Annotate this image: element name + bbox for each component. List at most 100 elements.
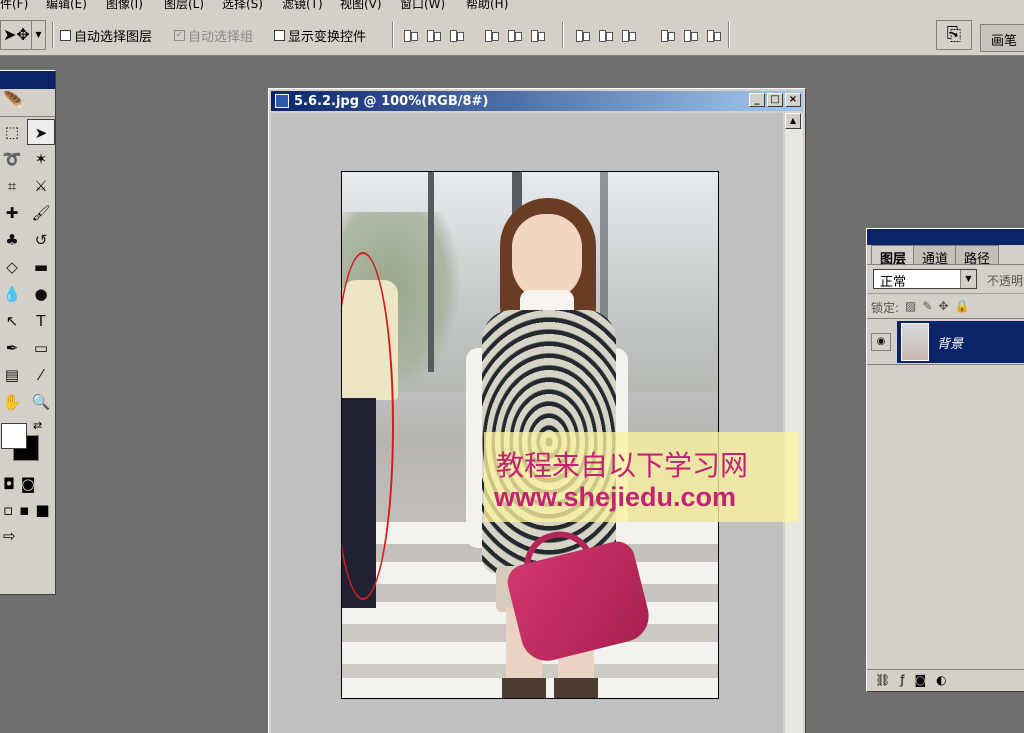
menu-file[interactable]: 件(F) (0, 0, 28, 12)
screen-mode-full-icon[interactable]: ■ (35, 501, 49, 519)
menu-select[interactable]: 选择(S) (222, 0, 263, 12)
align-left-icon[interactable] (483, 27, 500, 43)
align-right-icon[interactable] (529, 27, 546, 43)
show-transform-controls-label: 显示变换控件 (288, 30, 367, 45)
layers-panel-footer: ⛓ ƒ ◙ ◐ (867, 669, 1024, 691)
canvas-area[interactable] (271, 113, 783, 733)
blend-mode-select[interactable]: 正常 ▼ (873, 269, 977, 290)
adjustment-layer-icon[interactable]: ◐ (936, 673, 946, 688)
distribute-vcenter-icon[interactable] (597, 27, 614, 43)
crop-tool-icon[interactable]: ⌗ (0, 173, 26, 199)
standard-mode-icon[interactable]: ◘ (3, 475, 15, 493)
scroll-up-arrow-icon[interactable]: ▲ (785, 113, 801, 129)
tool-preset-picker[interactable]: ➤✥ ▼ (0, 20, 46, 50)
feather-logo-icon[interactable]: 🪶 (0, 89, 55, 117)
separator (392, 22, 394, 48)
layers-panel-title-bar[interactable] (867, 229, 1024, 245)
distribute-top-icon[interactable] (574, 27, 591, 43)
move-tool-icon[interactable]: ➤ (27, 119, 55, 145)
chevron-down-icon[interactable]: ▼ (31, 21, 45, 49)
vertical-scrollbar[interactable]: ▲ (785, 113, 803, 733)
move-tool-icon: ➤✥ (3, 25, 30, 44)
blend-mode-value: 正常 (880, 275, 907, 290)
jump-to-row: ⇨ (0, 523, 55, 549)
quick-mask-mode-icon[interactable]: ◙ (21, 475, 36, 493)
tab-paths[interactable]: 路径 (955, 245, 1000, 267)
magic-wand-tool-icon[interactable]: ✶ (27, 146, 55, 172)
jump-to-imageready-icon[interactable]: ⇨ (3, 527, 16, 545)
auto-select-group-label: 自动选择组 (188, 30, 254, 45)
auto-select-layer-checkbox[interactable]: 自动选择图层 (60, 26, 152, 45)
menu-filter[interactable]: 滤镜(T) (282, 0, 323, 12)
hand-tool-icon[interactable]: ✋ (0, 389, 26, 415)
lock-pixels-icon[interactable]: ✎ (922, 299, 932, 313)
distribute-left-icon[interactable] (659, 27, 676, 43)
brushes-palette-tab[interactable]: 画笔 (980, 24, 1024, 52)
rectangle-tool-icon[interactable]: ▭ (27, 335, 55, 361)
distribute-bottom-icon[interactable] (620, 27, 637, 43)
eraser-tool-icon[interactable]: ◇ (0, 254, 26, 280)
maximize-button[interactable]: □ (767, 93, 783, 107)
marquee-tool-icon[interactable]: ⬚ (0, 119, 26, 145)
menu-layer[interactable]: 图层(L) (164, 0, 204, 12)
lock-all-icon[interactable]: 🔒 (955, 299, 970, 313)
menu-edit[interactable]: 编辑(E) (46, 0, 87, 12)
slice-tool-icon[interactable]: ⚔ (27, 173, 55, 199)
path-selection-tool-icon[interactable]: ↖ (0, 308, 26, 334)
align-top-icon[interactable] (402, 27, 419, 43)
minimize-button[interactable]: _ (749, 93, 765, 107)
blur-tool-icon[interactable]: 💧 (0, 281, 26, 307)
checkbox-box[interactable] (60, 30, 71, 41)
menu-image[interactable]: 图像(I) (106, 0, 143, 12)
align-bottom-icon[interactable] (448, 27, 465, 43)
toolbox: 🪶 ⬚ ➤ ➰ ✶ ⌗ ⚔ ✚ 🖌 ♣ ↺ ◇ ▬ 💧 ● ↖ T ✒ ▭ ▤ … (0, 70, 56, 595)
toolbox-title-bar[interactable] (0, 71, 55, 89)
show-transform-controls-checkbox[interactable]: 显示变换控件 (274, 26, 366, 45)
dodge-tool-icon[interactable]: ● (27, 281, 55, 307)
screen-mode-standard-icon[interactable]: ▫ (3, 501, 13, 519)
layer-style-icon[interactable]: ƒ (900, 673, 904, 688)
foreground-color-swatch[interactable] (1, 423, 27, 449)
menu-window[interactable]: 窗口(W) (400, 0, 445, 12)
notes-tool-icon[interactable]: ▤ (0, 362, 26, 388)
tab-layers[interactable]: 图层 (871, 245, 916, 267)
lasso-tool-icon[interactable]: ➰ (0, 146, 26, 172)
layer-row-background[interactable]: ◉ 背景 (867, 319, 1024, 365)
swap-colors-icon[interactable]: ⇄ (33, 419, 42, 432)
distribute-right-icon[interactable] (705, 27, 722, 43)
align-vcenter-icon[interactable] (425, 27, 442, 43)
lock-transparency-icon[interactable]: ▨ (905, 299, 916, 313)
gradient-tool-icon[interactable]: ▬ (27, 254, 55, 280)
color-swatches: ⇄ (0, 417, 55, 471)
screen-mode-menu-icon[interactable]: ▪ (19, 501, 29, 519)
document-window: 5.6.2.jpg @ 100%(RGB/8#) _ □ × ▲ (268, 88, 806, 733)
eyedropper-tool-icon[interactable]: ⁄ (27, 362, 55, 388)
separator (52, 22, 54, 48)
chevron-down-icon[interactable]: ▼ (960, 270, 976, 288)
menu-view[interactable]: 视图(V) (340, 0, 382, 12)
close-button[interactable]: × (785, 93, 801, 107)
auto-select-group-checkbox[interactable]: ✓ 自动选择组 (174, 26, 253, 45)
type-tool-icon[interactable]: T (27, 308, 55, 334)
pen-tool-icon[interactable]: ✒ (0, 335, 26, 361)
document-title-bar[interactable]: 5.6.2.jpg @ 100%(RGB/8#) (271, 91, 803, 111)
palette-well-icon[interactable]: ⎘ (936, 20, 972, 50)
clone-stamp-tool-icon[interactable]: ♣ (0, 227, 26, 253)
checkbox-box-checked[interactable]: ✓ (174, 30, 185, 41)
zoom-tool-icon[interactable]: 🔍 (27, 389, 55, 415)
healing-brush-tool-icon[interactable]: ✚ (0, 200, 26, 226)
link-layers-icon[interactable]: ⛓ (875, 673, 890, 688)
checkbox-box[interactable] (274, 30, 285, 41)
tab-channels[interactable]: 通道 (913, 245, 958, 267)
history-brush-tool-icon[interactable]: ↺ (27, 227, 55, 253)
menu-help[interactable]: 帮助(H) (466, 0, 508, 12)
lock-row: 锁定: ▨ ✎ ✥ 🔒 (867, 293, 1024, 319)
layer-selected-highlight[interactable]: 背景 (897, 321, 1024, 363)
lock-position-icon[interactable]: ✥ (938, 299, 948, 313)
align-hcenter-icon[interactable] (506, 27, 523, 43)
layer-mask-icon[interactable]: ◙ (914, 673, 926, 688)
distribute-hcenter-icon[interactable] (682, 27, 699, 43)
brushes-tab-label: 画笔 (991, 34, 1018, 49)
eye-visibility-icon[interactable]: ◉ (871, 333, 891, 351)
brush-tool-icon[interactable]: 🖌 (27, 200, 55, 226)
